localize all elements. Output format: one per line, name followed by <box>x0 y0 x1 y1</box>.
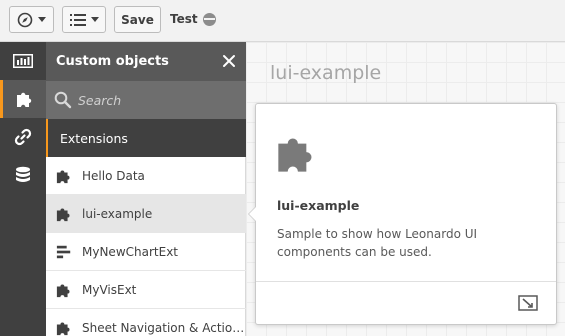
save-button[interactable]: Save <box>114 6 161 33</box>
puzzle-icon <box>56 321 70 335</box>
app-title: Test <box>170 12 216 26</box>
close-icon[interactable] <box>220 52 238 70</box>
rail-item-master-items[interactable] <box>0 118 46 156</box>
asset-rail <box>0 42 46 336</box>
search-input[interactable] <box>78 92 228 108</box>
section-label: Extensions <box>60 130 128 146</box>
rail-item-fields[interactable] <box>0 156 46 194</box>
add-to-sheet-icon[interactable] <box>518 295 538 311</box>
chevron-down-icon <box>90 17 99 22</box>
list-icon <box>69 13 86 26</box>
list-item[interactable]: Sheet Navigation & Actio… <box>46 309 246 336</box>
bar-chart-icon <box>13 54 33 68</box>
navigation-menu-button[interactable] <box>9 6 54 33</box>
preview-title: lui-example <box>277 198 360 213</box>
extensions-list: Hello Data lui-example MyNewChartExt MyV… <box>46 157 246 336</box>
puzzle-icon <box>278 138 312 172</box>
link-icon <box>14 128 32 146</box>
puzzle-icon <box>56 169 70 183</box>
panel-title: Custom objects <box>56 54 169 69</box>
search-icon <box>54 91 72 109</box>
list-item[interactable]: lui-example <box>46 195 246 233</box>
extensions-section-header[interactable]: Extensions <box>46 119 246 157</box>
list-item[interactable]: MyVisExt <box>46 271 246 309</box>
bar-chart-icon <box>56 245 71 258</box>
app-title-text: Test <box>170 12 198 26</box>
extension-preview-card: lui-example Sample to show how Leonardo … <box>248 103 557 325</box>
list-item-label: Sheet Navigation & Actio… <box>82 320 245 335</box>
list-item-label: lui-example <box>82 206 153 221</box>
list-item-label: MyVisExt <box>82 282 137 297</box>
toolbar: Save Test <box>0 0 565 42</box>
puzzle-icon <box>56 207 70 221</box>
rail-item-charts[interactable] <box>0 42 46 80</box>
globe-icon <box>202 12 216 26</box>
list-item[interactable]: MyNewChartExt <box>46 233 246 271</box>
puzzle-icon <box>16 92 31 107</box>
sheet-title[interactable]: lui-example <box>270 62 381 84</box>
list-item-label: Hello Data <box>82 168 145 183</box>
chevron-down-icon <box>38 17 46 22</box>
rail-item-custom-objects[interactable] <box>0 80 46 118</box>
search-bar <box>46 81 246 119</box>
database-icon <box>16 166 30 182</box>
panel-header: Custom objects <box>46 42 246 81</box>
custom-objects-panel: Custom objects Extensions Hello Data lui… <box>46 42 246 336</box>
list-item-label: MyNewChartExt <box>82 244 178 259</box>
list-item[interactable]: Hello Data <box>46 157 246 195</box>
compass-icon <box>17 12 33 27</box>
preview-description: Sample to show how Leonardo UI component… <box>277 227 478 259</box>
puzzle-icon <box>56 283 70 297</box>
sheet-list-button[interactable] <box>62 6 106 33</box>
divider <box>256 281 556 282</box>
